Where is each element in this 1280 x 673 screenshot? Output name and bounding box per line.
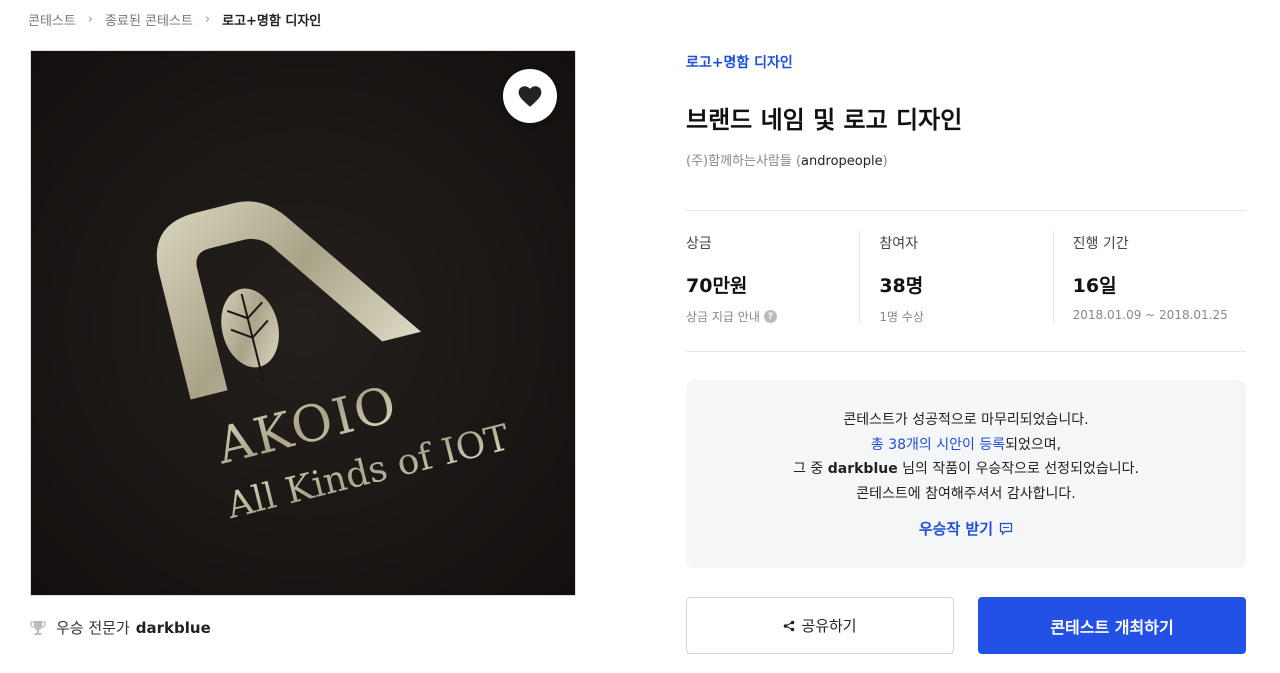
chevron-right-icon: › xyxy=(87,12,94,27)
stat-participants: 참여자 38명 1명 수상 xyxy=(859,211,1052,351)
share-button[interactable]: 공유하기 xyxy=(686,597,954,654)
winner-name[interactable]: darkblue xyxy=(136,619,211,637)
chevron-right-icon: › xyxy=(204,12,211,27)
breadcrumb: 콘테스트 › 종료된 콘테스트 › 로고+명함 디자인 xyxy=(28,10,321,29)
stat-duration: 진행 기간 16일 2018.01.09 ~ 2018.01.25 xyxy=(1052,211,1246,351)
receive-winning-design-button[interactable]: 우승작 받기 xyxy=(919,518,1013,539)
notice-line-3: 그 중 darkblue 님의 작품이 우승작으로 선정되었습니다. xyxy=(793,461,1139,477)
stat-value: 70만원 xyxy=(686,275,748,297)
breadcrumb-item-current: 로고+명함 디자인 xyxy=(222,14,322,29)
heart-icon xyxy=(518,86,542,107)
stat-sub: 2018.01.09 ~ 2018.01.25 xyxy=(1072,308,1228,322)
host-info: (주)함께하는사람들 (andropeople) xyxy=(686,154,888,169)
stat-sub: 1명 수상 xyxy=(879,310,924,324)
completion-notice: 콘테스트가 성공적으로 마무리되었습니다. 총 38개의 시안이 등록되었으며,… xyxy=(686,380,1246,568)
logo-artwork: AKOIO All Kinds of IOT xyxy=(31,51,575,595)
notice-line-1: 콘테스트가 성공적으로 마무리되었습니다. xyxy=(843,412,1089,428)
stat-value: 38명 xyxy=(879,275,924,297)
winner-info: 우승 전문가 darkblue xyxy=(30,617,211,638)
contest-category[interactable]: 로고+명함 디자인 xyxy=(686,52,793,72)
stat-prize: 상금 70만원 상금 지급 안내 ? xyxy=(686,211,859,351)
breadcrumb-item-contest[interactable]: 콘테스트 xyxy=(28,10,76,29)
stat-value: 16일 xyxy=(1072,275,1117,297)
stat-label: 참여자 xyxy=(879,236,918,252)
host-id[interactable]: andropeople xyxy=(801,154,883,169)
winning-design-image: AKOIO All Kinds of IOT xyxy=(30,50,576,596)
notice-winner-name: darkblue xyxy=(827,461,898,477)
submissions-link[interactable]: 총 38개의 시안이 등록 xyxy=(871,437,1005,453)
winner-label: 우승 전문가 xyxy=(56,619,130,637)
host-company: (주)함께하는사람들 xyxy=(686,154,792,169)
prize-payment-guide[interactable]: 상금 지급 안내 ? xyxy=(686,308,859,325)
stat-label: 진행 기간 xyxy=(1072,236,1129,252)
stat-sub: 상금 지급 안내 xyxy=(686,310,760,324)
chat-bubble-icon xyxy=(1000,522,1013,535)
help-icon[interactable]: ? xyxy=(763,310,777,323)
stat-label: 상금 xyxy=(686,236,712,252)
page-title: 브랜드 네임 및 로고 디자인 xyxy=(686,106,963,134)
host-contest-button[interactable]: 콘테스트 개최하기 xyxy=(978,597,1246,654)
trophy-icon xyxy=(30,620,46,635)
like-button[interactable] xyxy=(503,69,557,123)
notice-line-2: 총 38개의 시안이 등록되었으며, xyxy=(870,436,1062,453)
notice-line-4: 콘테스트에 참여해주셔서 감사합니다. xyxy=(856,485,1076,502)
breadcrumb-item-ended[interactable]: 종료된 콘테스트 xyxy=(105,10,193,29)
share-icon xyxy=(784,620,795,631)
contest-stats: 상금 70만원 상금 지급 안내 ? 참여자 38명 1명 수상 진행 기간 1… xyxy=(686,210,1246,352)
